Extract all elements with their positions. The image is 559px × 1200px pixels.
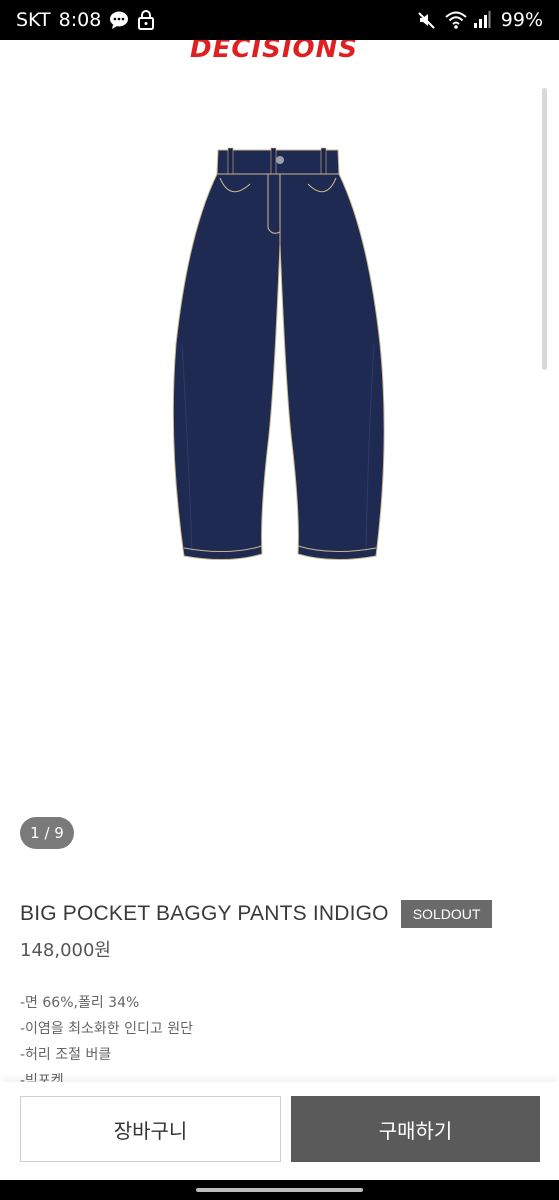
brand-logo[interactable]: DECISIONS — [190, 40, 358, 64]
chat-bubble-icon — [109, 10, 129, 30]
buy-now-button[interactable]: 구매하기 — [291, 1096, 540, 1162]
status-right: 99% — [417, 9, 543, 31]
description-line: -빅포켓 — [20, 1073, 64, 1082]
mute-icon — [417, 10, 437, 30]
home-indicator[interactable] — [196, 1188, 363, 1192]
signal-icon — [473, 10, 493, 30]
description-line: -면 66%,폴리 34% — [20, 995, 140, 1011]
image-counter: 1 / 9 — [20, 817, 74, 849]
product-price: 148,000원 — [20, 940, 111, 961]
description-line: -이염을 최소화한 인디고 원단 — [20, 1021, 193, 1037]
carrier-label: SKT — [16, 9, 51, 31]
product-description: -면 66%,폴리 34% -이염을 최소화한 인디고 원단 -허리 조절 버클… — [20, 994, 193, 1082]
purchase-action-bar: 장바구니 구매하기 — [0, 1082, 559, 1180]
product-detail-page: DECISIONS 1 / 9 BIG POCKET BAGGY PANTS I… — [0, 40, 559, 1082]
clock: 8:08 — [58, 9, 102, 31]
scrollbar[interactable] — [542, 88, 547, 370]
soldout-badge: SOLDOUT — [400, 900, 493, 928]
status-bar: SKT 8:08 99% — [0, 0, 559, 40]
product-image[interactable] — [168, 144, 394, 574]
wifi-icon — [445, 10, 467, 30]
product-title-row: BIG POCKET BAGGY PANTS INDIGO SOLDOUT — [20, 900, 493, 928]
lock-icon — [137, 10, 157, 30]
system-nav-bar — [0, 1180, 559, 1200]
description-line: -허리 조절 버클 — [20, 1047, 112, 1063]
product-title: BIG POCKET BAGGY PANTS INDIGO — [20, 902, 389, 925]
jeans-illustration — [172, 147, 385, 561]
add-to-cart-button[interactable]: 장바구니 — [20, 1096, 281, 1162]
battery-percent: 99% — [500, 9, 543, 31]
status-left: SKT 8:08 — [16, 9, 157, 31]
